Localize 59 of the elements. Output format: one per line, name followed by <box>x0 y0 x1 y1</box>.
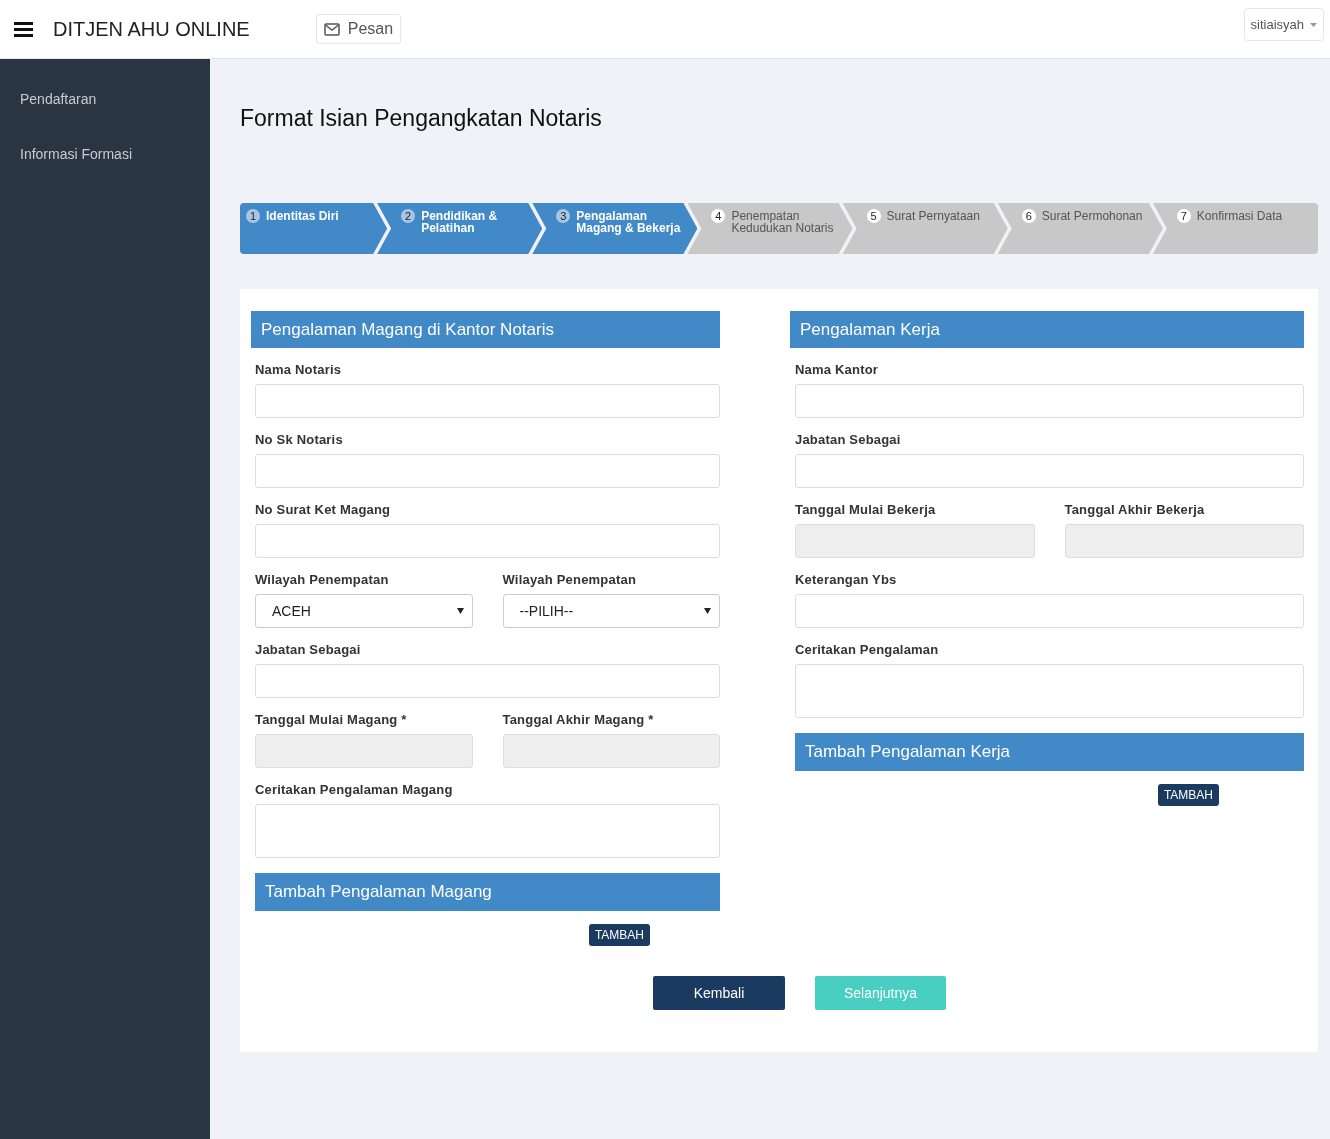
dropdown[interactable]: ACEH <box>255 594 473 628</box>
section-header: Tambah Pengalaman Kerja <box>795 733 1304 771</box>
dropdown-value: --PILIH-- <box>519 603 574 619</box>
text-area[interactable] <box>255 804 720 858</box>
wizard-step[interactable]: 7 Konfirmasi Data <box>1152 203 1318 254</box>
input-field[interactable] <box>255 384 720 418</box>
field-label: Ceritakan Pengalaman Magang <box>255 782 454 797</box>
wizard-step[interactable]: 2 Pendidikan & Pelatihan <box>377 203 543 254</box>
sidebar-item[interactable]: Pendaftaran <box>0 91 210 146</box>
field-label: No Sk Notaris <box>255 432 344 447</box>
input-field[interactable] <box>795 454 1304 488</box>
wizard-step[interactable]: 4 Penempatan Kedudukan Notaris <box>687 203 853 254</box>
required-mark: * <box>648 712 654 727</box>
field-label: Jabatan Sebagai <box>255 642 362 657</box>
dropdown[interactable]: --PILIH-- <box>502 594 720 628</box>
add-button[interactable]: TAMBAH <box>588 924 650 946</box>
date-field[interactable] <box>1064 524 1304 558</box>
back-button[interactable]: Kembali <box>653 976 785 1010</box>
input-field[interactable] <box>255 524 720 558</box>
sidebar-item[interactable]: Informasi Formasi <box>0 146 210 201</box>
section-header: Tambah Pengalaman Magang <box>255 873 720 911</box>
section-header: Pengalaman Kerja <box>790 311 1304 348</box>
add-button[interactable]: TAMBAH <box>1157 784 1219 806</box>
date-field[interactable] <box>502 734 720 768</box>
input-field[interactable] <box>255 664 720 698</box>
field-label: Nama Notaris <box>255 362 343 377</box>
caret-icon <box>704 608 711 614</box>
field-label: Keterangan Ybs <box>795 572 898 587</box>
field-label: Tanggal Akhir Bekerja <box>1064 502 1206 517</box>
text-area[interactable] <box>795 664 1304 718</box>
message-button[interactable]: Pesan <box>315 14 402 44</box>
field-label: Tanggal Mulai Bekerja <box>795 502 937 517</box>
input-field[interactable] <box>255 454 720 488</box>
date-field[interactable] <box>795 524 1035 558</box>
input-field[interactable] <box>795 384 1304 418</box>
section-header: Pengalaman Magang di Kantor Notaris <box>251 311 720 348</box>
field-label: Tanggal Mulai Magang * <box>255 712 408 727</box>
field-label: Tanggal Akhir Magang * <box>502 712 655 727</box>
field-label: Jabatan Sebagai <box>795 432 902 447</box>
field-label: Wilayah Penempatan <box>502 572 638 587</box>
menu-icon[interactable] <box>14 21 33 37</box>
field-label: Wilayah Penempatan <box>255 572 390 587</box>
date-field[interactable] <box>255 734 473 768</box>
required-mark: * <box>401 712 407 727</box>
field-label: No Surat Ket Magang <box>255 502 392 517</box>
page-title: Format Isian Pengangkatan Notaris <box>240 105 603 132</box>
caret-icon <box>1310 22 1317 27</box>
envelope-icon <box>323 22 340 36</box>
caret-icon <box>456 608 464 614</box>
field-label: Ceritakan Pengalaman <box>795 642 940 657</box>
app-title: DITJEN AHU ONLINE <box>53 17 250 41</box>
wizard-step[interactable]: 6 Surat Permohonan <box>997 203 1163 254</box>
user-menu[interactable]: sitiaisyah <box>1243 8 1324 41</box>
input-field[interactable] <box>795 594 1304 628</box>
wizard-step[interactable]: 1 Identitas Diri <box>240 203 388 254</box>
wizard-step[interactable]: 3 Pengalaman Magang & Bekerja <box>532 203 698 254</box>
dropdown-value: ACEH <box>272 603 311 619</box>
wizard-step[interactable]: 5 Surat Pernyataan <box>842 203 1008 254</box>
field-label: Nama Kantor <box>795 362 880 377</box>
